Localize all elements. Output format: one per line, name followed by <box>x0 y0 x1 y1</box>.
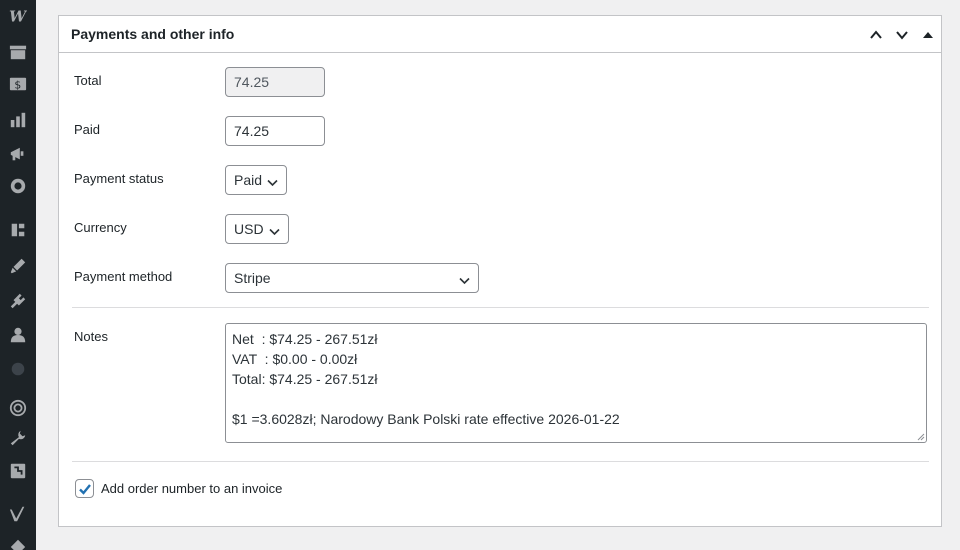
notes-label: Notes <box>74 329 108 344</box>
tools-icon[interactable] <box>8 428 28 448</box>
archive-icon[interactable] <box>8 42 28 62</box>
payment-method-select[interactable]: Stripe <box>225 263 479 293</box>
total-field: 74.25 <box>225 67 325 97</box>
plugin-badge-icon[interactable] <box>8 176 28 196</box>
notes-line: Total: $74.25 - 267.51zł <box>232 371 378 387</box>
svg-text:$: $ <box>14 79 21 92</box>
chevron-down-icon <box>896 30 908 40</box>
settings-icon[interactable] <box>8 461 28 481</box>
notes-line: VAT : $0.00 - 0.00zł <box>232 351 358 367</box>
notes-line: $1 =3.6028zł; Narodowy Bank Polski rate … <box>232 411 620 427</box>
chevron-up-icon <box>870 29 882 39</box>
checkmark-icon <box>78 483 91 495</box>
circle-icon[interactable] <box>8 359 28 379</box>
payments-postbox: Payments and other info Total 74.25 Paid… <box>58 15 942 527</box>
diamond-icon[interactable] <box>8 537 28 550</box>
postbox-header: Payments and other info <box>59 16 941 53</box>
analytics-icon[interactable] <box>8 110 28 130</box>
divider <box>72 307 929 308</box>
paid-field[interactable]: 74.25 <box>225 116 325 146</box>
total-label: Total <box>74 73 102 88</box>
plugins-icon[interactable] <box>8 291 28 311</box>
svg-text:W: W <box>9 7 27 25</box>
currency-select[interactable]: USD <box>225 214 289 244</box>
payment-method-label: Payment method <box>74 269 173 284</box>
divider <box>72 461 929 462</box>
notes-textarea[interactable]: Net : $74.25 - 267.51zł VAT : $0.00 - 0.… <box>225 323 927 443</box>
payment-status-select[interactable]: Paid <box>225 165 287 195</box>
resize-handle-icon[interactable] <box>917 433 925 441</box>
payment-status-value: Paid <box>234 172 263 188</box>
currency-label: Currency <box>74 220 127 235</box>
toggle-panel-button[interactable] <box>915 17 941 53</box>
chevron-down-icon <box>269 224 280 236</box>
chevron-down-icon <box>267 175 278 187</box>
move-down-button[interactable] <box>889 17 915 53</box>
brush-icon[interactable] <box>8 256 28 276</box>
fingerprint-icon[interactable] <box>8 398 28 418</box>
users-icon[interactable] <box>8 325 28 345</box>
notes-line <box>232 389 920 409</box>
notes-line: Net : $74.25 - 267.51zł <box>232 331 378 347</box>
currency-value: USD <box>234 221 264 237</box>
yoast-icon[interactable] <box>8 504 28 524</box>
caret-up-icon <box>923 31 933 38</box>
move-up-button[interactable] <box>863 17 889 53</box>
admin-sidebar: W $ <box>0 0 36 550</box>
postbox-title: Payments and other info <box>71 26 235 42</box>
payment-method-value: Stripe <box>234 270 271 286</box>
postbox-actions <box>863 16 941 53</box>
wordpress-logo-icon[interactable]: W <box>8 6 28 26</box>
paid-label: Paid <box>74 122 101 137</box>
add-order-number-label: Add order number to an invoice <box>101 481 283 496</box>
payment-status-label: Payment status <box>74 171 164 186</box>
invoice-icon[interactable]: $ <box>8 74 28 94</box>
megaphone-icon[interactable] <box>8 144 28 164</box>
add-order-number-checkbox[interactable] <box>75 479 94 498</box>
chevron-down-icon <box>459 273 470 285</box>
elementor-icon[interactable] <box>8 220 28 240</box>
